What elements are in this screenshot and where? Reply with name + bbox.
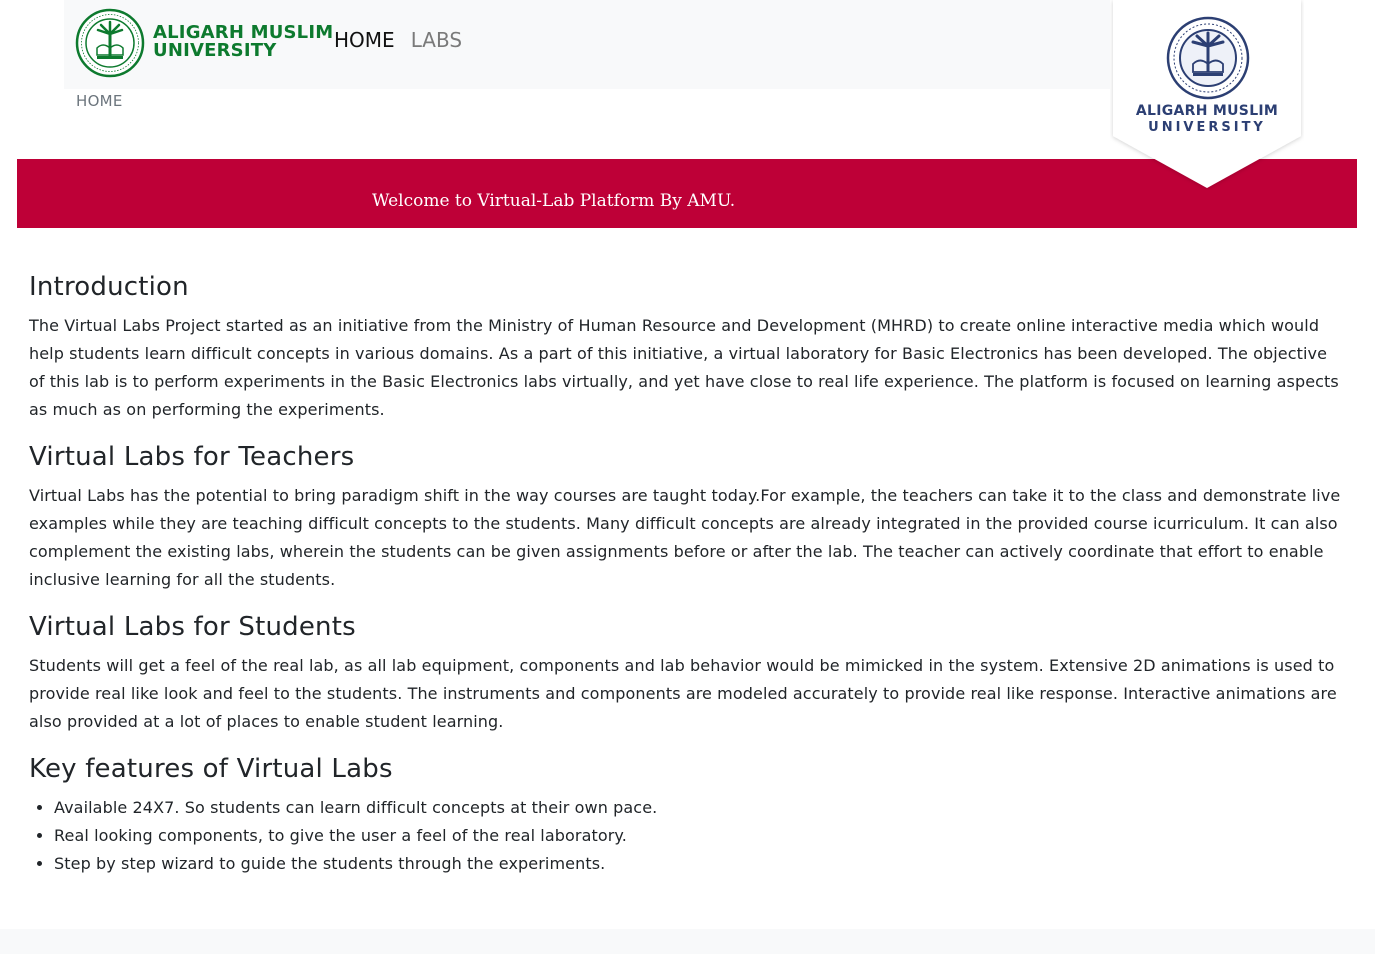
badge-title-line-2: UNIVERSITY	[1148, 120, 1266, 135]
brand-line-2: UNIVERSITY	[153, 40, 277, 61]
introduction-heading: Introduction	[29, 272, 189, 302]
breadcrumb[interactable]: HOME	[76, 92, 123, 110]
list-item: Available 24X7. So students can learn di…	[54, 794, 1347, 822]
list-item: Step by step wizard to guide the student…	[54, 850, 1347, 878]
features-list: Available 24X7. So students can learn di…	[29, 794, 1347, 878]
students-heading: Virtual Labs for Students	[29, 612, 356, 642]
banner-text: Welcome to Virtual-Lab Platform By AMU.	[372, 191, 736, 211]
amu-emblem-large-icon	[1166, 16, 1250, 100]
features-heading: Key features of Virtual Labs	[29, 754, 393, 784]
teachers-text: Virtual Labs has the potential to bring …	[29, 486, 1341, 589]
badge-title-line-1: ALIGARH MUSLIM	[1135, 103, 1279, 119]
nav-links: HOME LABS	[334, 28, 462, 52]
introduction-text: The Virtual Labs Project started as an i…	[29, 316, 1339, 419]
teachers-heading: Virtual Labs for Teachers	[29, 442, 355, 472]
nav-labs-link[interactable]: LABS	[411, 28, 462, 52]
brand-name[interactable]: ALIGARH MUSLIM UNIVERSITY	[153, 24, 333, 60]
list-item: Real looking components, to give the use…	[54, 822, 1347, 850]
nav-home-link[interactable]: HOME	[334, 28, 395, 52]
top-navbar: ALIGARH MUSLIM UNIVERSITY HOME LABS	[64, 0, 1110, 89]
main-content: Introduction The Virtual Labs Project st…	[29, 268, 1347, 878]
footer	[0, 929, 1375, 954]
university-badge: ALIGARH MUSLIM UNIVERSITY	[1110, 0, 1304, 190]
students-text: Students will get a feel of the real lab…	[29, 656, 1337, 731]
amu-emblem-icon[interactable]	[75, 8, 145, 78]
